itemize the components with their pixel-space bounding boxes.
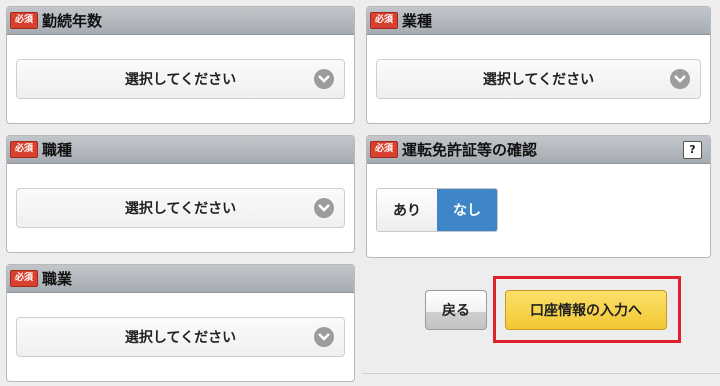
select-value: 選択してください <box>124 330 237 346</box>
panel-title: 運転免許証等の確認 <box>402 141 538 159</box>
select-value: 選択してください <box>124 201 237 217</box>
occupation-panel: 必須 職業 選択してください <box>6 264 355 382</box>
industry-panel: 必須 業種 選択してください <box>366 6 711 124</box>
chevron-down-icon <box>314 198 334 218</box>
select-value: 選択してください <box>124 72 237 88</box>
chevron-down-icon <box>314 69 334 89</box>
panel-title: 職業 <box>42 270 73 288</box>
years-of-service-panel: 必須 勤続年数 選択してください <box>6 6 355 124</box>
required-badge: 必須 <box>370 141 398 158</box>
industry-select[interactable]: 選択してください <box>376 59 701 99</box>
panel-header: 必須 職業 <box>7 265 354 293</box>
chevron-down-icon <box>314 327 334 347</box>
toggle-option-no[interactable]: なし <box>437 189 497 231</box>
license-check-panel: 必須 運転免許証等の確認 ? あり なし <box>366 135 711 258</box>
panel-title: 業種 <box>402 12 433 30</box>
divider <box>362 373 720 374</box>
select-value: 選択してください <box>482 72 595 88</box>
proceed-to-account-info-button[interactable]: 口座情報の入力へ <box>505 290 667 330</box>
years-of-service-select[interactable]: 選択してください <box>16 59 345 99</box>
required-badge: 必須 <box>10 12 38 29</box>
required-badge: 必須 <box>10 270 38 287</box>
license-toggle: あり なし <box>376 188 498 232</box>
job-type-panel: 必須 職種 選択してください <box>6 135 355 253</box>
panel-header: 必須 運転免許証等の確認 ? <box>367 136 710 164</box>
help-icon[interactable]: ? <box>683 141 702 159</box>
panel-header: 必須 業種 <box>367 7 710 35</box>
panel-title: 勤続年数 <box>42 12 103 30</box>
required-badge: 必須 <box>370 12 398 29</box>
occupation-select[interactable]: 選択してください <box>16 317 345 357</box>
back-button[interactable]: 戻る <box>425 290 487 330</box>
panel-header: 必須 職種 <box>7 136 354 164</box>
chevron-down-icon <box>670 69 690 89</box>
job-type-select[interactable]: 選択してください <box>16 188 345 228</box>
toggle-option-yes[interactable]: あり <box>377 189 437 231</box>
panel-title: 職種 <box>42 141 73 159</box>
required-badge: 必須 <box>10 141 38 158</box>
panel-header: 必須 勤続年数 <box>7 7 354 35</box>
